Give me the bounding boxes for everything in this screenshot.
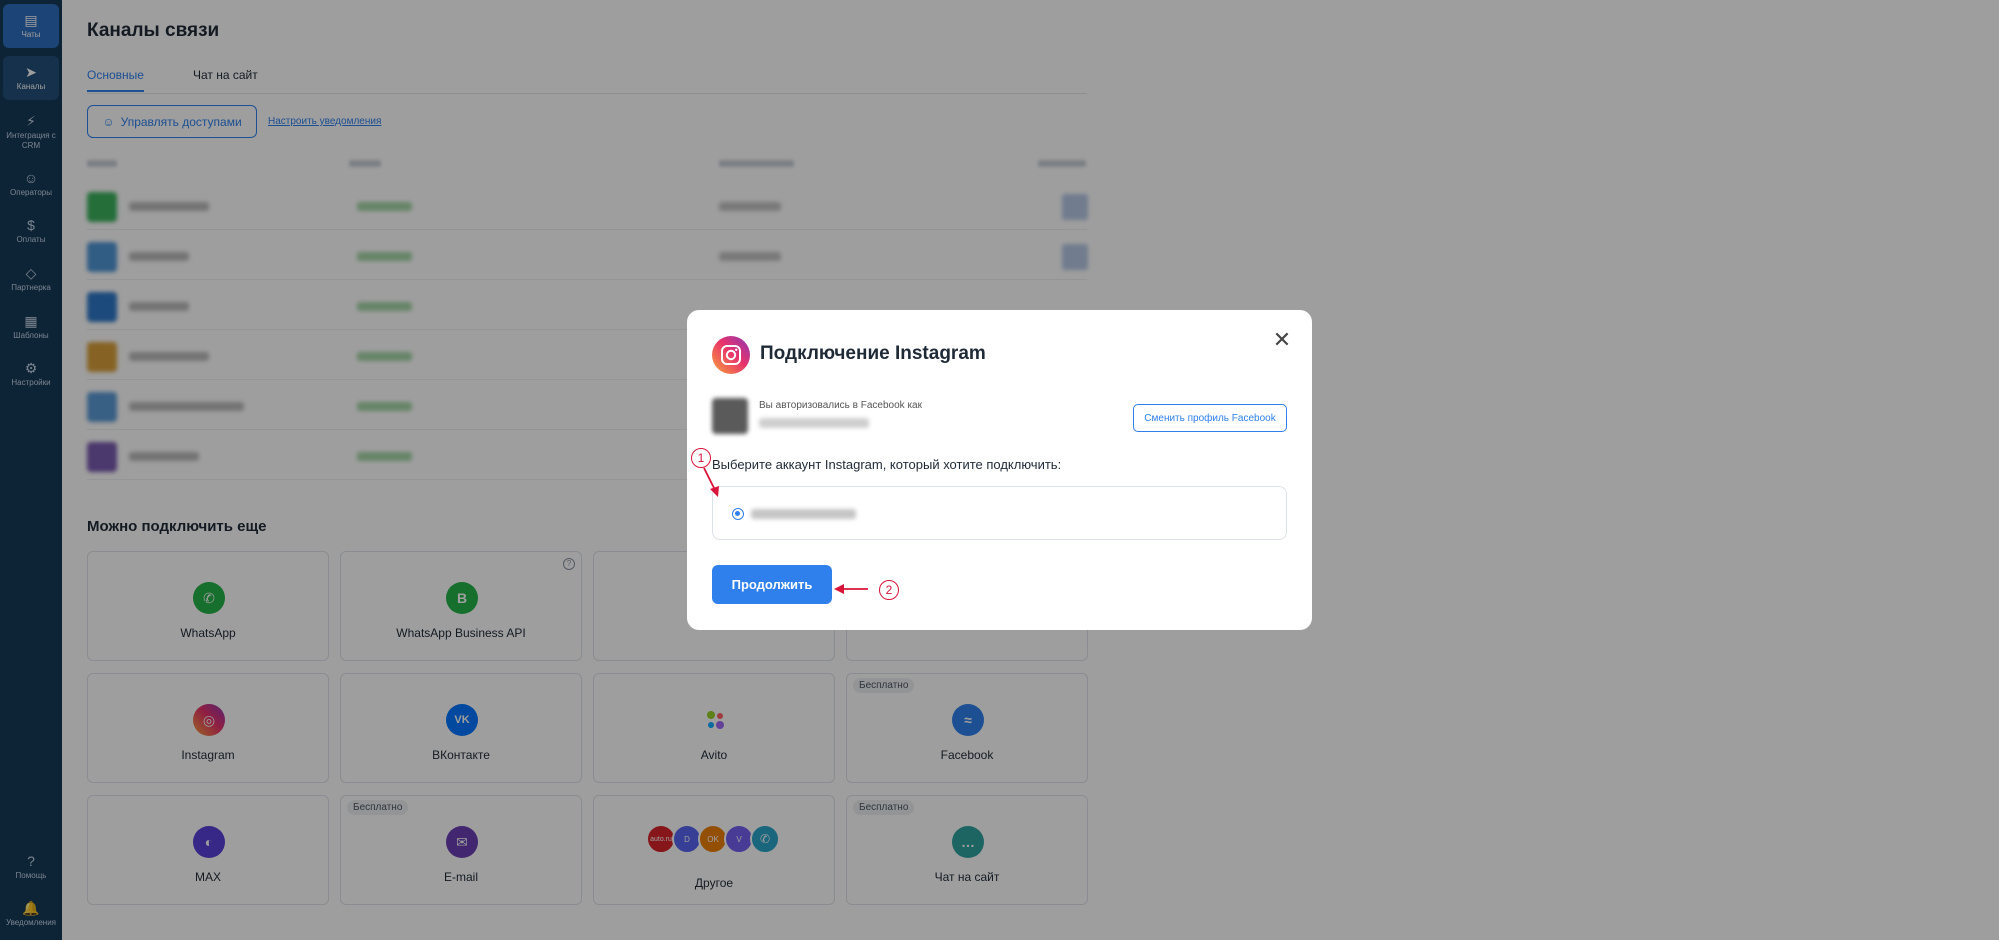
account-name-blurred [751, 509, 856, 519]
avatar [712, 398, 748, 434]
fb-auth-caption: Вы авторизовались в Facebook как [759, 400, 922, 411]
instagram-connect-modal: Подключение Instagram ✕ Вы авторизовалис… [687, 310, 1312, 630]
close-icon[interactable]: ✕ [1270, 328, 1294, 352]
modal-title: Подключение Instagram [760, 343, 986, 364]
instagram-account-option[interactable] [712, 486, 1287, 540]
instagram-icon [712, 336, 750, 374]
fb-profile-name-blurred [759, 418, 869, 428]
select-account-label: Выберите аккаунт Instagram, который хоти… [712, 457, 1062, 472]
continue-button[interactable]: Продолжить [712, 565, 832, 604]
annotation-marker: 1 [691, 448, 711, 468]
switch-facebook-profile-button[interactable]: Сменить профиль Facebook [1133, 404, 1287, 432]
account-radio[interactable] [732, 508, 744, 520]
annotation-marker: 2 [879, 580, 899, 600]
